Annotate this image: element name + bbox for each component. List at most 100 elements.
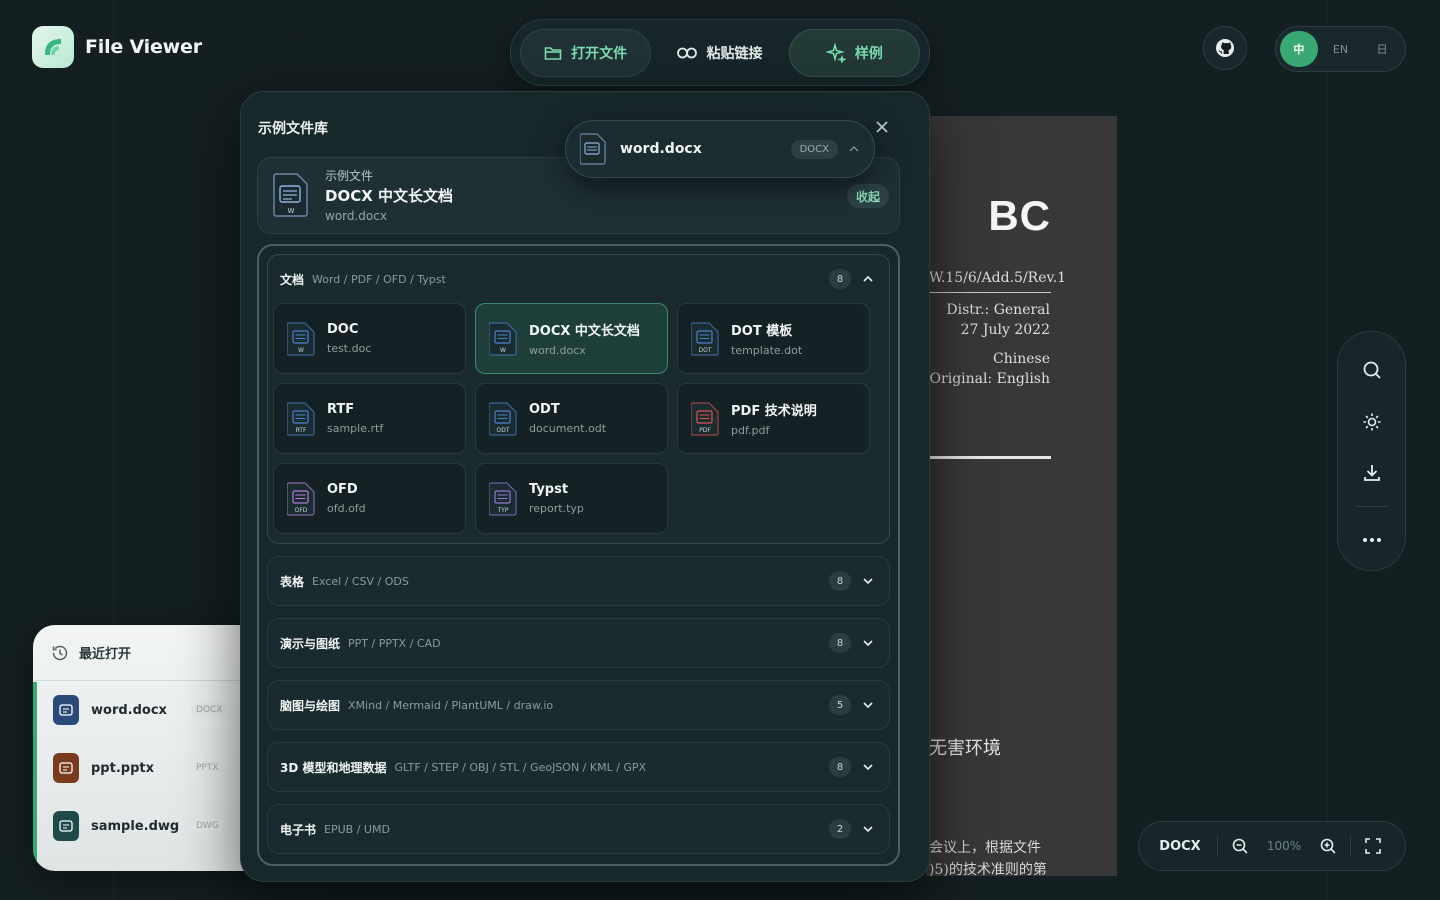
category-header[interactable]: 文档 Word / PDF / OFD / Typst 8 bbox=[268, 255, 889, 303]
svg-text:PDF: PDF bbox=[699, 427, 711, 434]
modal-title: 示例文件库 bbox=[258, 121, 328, 137]
sample-label: 样例 bbox=[854, 45, 883, 62]
sample-file-title: ODT bbox=[529, 402, 560, 417]
sample-file-text: DOC test.doc bbox=[327, 322, 371, 355]
zoom-in-icon bbox=[1320, 838, 1336, 854]
zoom-out-button[interactable] bbox=[1224, 830, 1256, 862]
category-header[interactable]: 3D 模型和地理数据 GLTF / STEP / OBJ / STL / GeoJ… bbox=[268, 743, 889, 791]
more-button[interactable] bbox=[1350, 519, 1394, 562]
app-logo[interactable]: File Viewer bbox=[32, 26, 202, 68]
open-file-button[interactable]: 打开文件 bbox=[520, 28, 652, 77]
document-preview: BC W.15/6/Add.5/Rev.1 Distr.: General 27… bbox=[926, 116, 1117, 876]
current-file-pill[interactable]: word.docx DOCX bbox=[565, 120, 875, 178]
lang-ja-button[interactable]: 日 bbox=[1363, 31, 1401, 67]
sample-file-title: DOT 模板 bbox=[731, 324, 793, 339]
category-name: 脑图与绘图 bbox=[280, 698, 341, 713]
history-icon bbox=[52, 645, 68, 660]
sample-file-text: RTF sample.rtf bbox=[327, 402, 383, 435]
word-file-icon bbox=[580, 133, 606, 165]
divider bbox=[1217, 835, 1218, 857]
sun-icon bbox=[1363, 413, 1380, 431]
doc-thick-rule bbox=[929, 456, 1051, 459]
sample-file-card[interactable]: ODT ODT document.odt bbox=[475, 383, 668, 454]
category-count-badge: 5 bbox=[829, 695, 851, 715]
chevron-up-icon bbox=[859, 270, 877, 288]
sample-file-name: sample.rtf bbox=[327, 422, 384, 435]
sample-file-title: Typst bbox=[529, 482, 569, 497]
doc-distr: Distr.: General bbox=[946, 302, 1050, 318]
divider bbox=[1350, 835, 1351, 857]
category-section: 3D 模型和地理数据 GLTF / STEP / OBJ / STL / GeoJ… bbox=[267, 742, 890, 792]
sample-file-text: ODT document.odt bbox=[529, 402, 606, 435]
recent-item-name: sample.dwg bbox=[91, 818, 180, 834]
sample-file-card[interactable]: W DOC test.doc bbox=[273, 303, 466, 374]
category-section: 文档 Word / PDF / OFD / Typst 8 W DOC test.doc W… bbox=[267, 254, 890, 544]
category-header[interactable]: 脑图与绘图 XMind / Mermaid / PlantUML / draw.i… bbox=[268, 681, 889, 729]
toolbar-divider bbox=[1354, 505, 1389, 507]
lang-zh-button[interactable]: 中 bbox=[1280, 31, 1318, 67]
svg-text:RTF: RTF bbox=[296, 427, 307, 434]
download-button[interactable] bbox=[1350, 452, 1394, 495]
chevron-down-icon bbox=[859, 758, 877, 776]
category-header[interactable]: 表格 Excel / CSV / ODS 8 bbox=[268, 557, 889, 605]
collapse-button[interactable]: 收起 bbox=[847, 184, 890, 208]
sample-file-title: OFD bbox=[327, 482, 358, 497]
file-icon bbox=[53, 695, 79, 725]
file-icon: RTF bbox=[287, 401, 315, 436]
category-count-badge: 8 bbox=[829, 633, 851, 653]
category-name: 3D 模型和地理数据 bbox=[280, 760, 387, 775]
sample-file-name: ofd.ofd bbox=[327, 502, 366, 515]
category-header[interactable]: 电子书 EPUB / UMD 2 bbox=[268, 805, 889, 853]
current-sample-label: 示例文件 bbox=[325, 169, 374, 183]
sample-file-text: OFD ofd.ofd bbox=[327, 482, 366, 515]
github-button[interactable] bbox=[1203, 26, 1247, 70]
chevron-down-icon bbox=[859, 696, 877, 714]
chevron-up-icon[interactable] bbox=[848, 145, 860, 153]
category-count-badge: 8 bbox=[829, 571, 851, 591]
sample-button[interactable]: 样例 bbox=[788, 28, 920, 77]
language-switch: 中 EN 日 bbox=[1275, 26, 1406, 72]
paste-link-label: 粘贴链接 bbox=[706, 45, 763, 62]
fullscreen-button[interactable] bbox=[1357, 830, 1389, 862]
app-name: File Viewer bbox=[85, 36, 202, 58]
open-file-label: 打开文件 bbox=[571, 45, 628, 62]
sample-file-card[interactable]: PDF PDF 技术说明 pdf.pdf bbox=[677, 383, 870, 454]
sample-file-name: report.typ bbox=[529, 502, 584, 515]
view-controls: DOCX 100% bbox=[1138, 821, 1406, 871]
search-button[interactable] bbox=[1350, 349, 1394, 392]
zoom-in-button[interactable] bbox=[1312, 830, 1344, 862]
category-formats: Word / PDF / OFD / Typst bbox=[312, 272, 446, 286]
sample-file-name: document.odt bbox=[529, 422, 607, 435]
category-header[interactable]: 演示与图纸 PPT / PPTX / CAD 8 bbox=[268, 619, 889, 667]
download-icon bbox=[1363, 465, 1380, 482]
svg-text:W: W bbox=[288, 207, 295, 215]
recent-item[interactable]: sample.dwgDWG16:37 bbox=[33, 797, 273, 855]
recent-item-name: ppt.pptx bbox=[91, 760, 154, 776]
recent-item[interactable]: ppt.pptxPPTX16:38 bbox=[33, 739, 273, 797]
chevron-down-icon bbox=[859, 820, 877, 838]
sample-file-text: DOCX 中文长文档 word.docx bbox=[529, 320, 640, 357]
theme-button[interactable] bbox=[1350, 401, 1394, 444]
sample-file-card[interactable]: DOT DOT 模板 template.dot bbox=[677, 303, 870, 374]
sample-file-card[interactable]: TYP Typst report.typ bbox=[475, 463, 668, 534]
sample-file-title: DOCX 中文长文档 bbox=[529, 324, 640, 339]
category-count-badge: 8 bbox=[829, 269, 851, 289]
sample-library-modal: 示例文件库 W 示例文件 DOCX 中文长文档 word.docx 收起 文档 W… bbox=[240, 91, 930, 882]
category-section: 演示与图纸 PPT / PPTX / CAD 8 bbox=[267, 618, 890, 668]
category-count-badge: 8 bbox=[829, 757, 851, 777]
category-formats: Excel / CSV / ODS bbox=[312, 574, 409, 588]
recent-item-type: DWG bbox=[191, 819, 224, 833]
svg-text:OFD: OFD bbox=[295, 507, 308, 514]
sample-file-card[interactable]: OFD OFD ofd.ofd bbox=[273, 463, 466, 534]
sample-file-text: DOT 模板 template.dot bbox=[731, 320, 802, 357]
recent-item-type: PPTX bbox=[191, 761, 224, 775]
close-button[interactable] bbox=[871, 116, 893, 138]
sample-file-card[interactable]: W DOCX 中文长文档 word.docx bbox=[475, 303, 668, 374]
paste-link-button[interactable]: 粘贴链接 bbox=[655, 29, 784, 77]
category-count-badge: 2 bbox=[829, 819, 851, 839]
recent-item[interactable]: word.docxDOCX16:40 bbox=[33, 681, 273, 739]
lang-en-button[interactable]: EN bbox=[1322, 31, 1360, 67]
file-icon: OFD bbox=[287, 481, 315, 516]
sample-file-card[interactable]: RTF RTF sample.rtf bbox=[273, 383, 466, 454]
zoom-level: 100% bbox=[1266, 839, 1302, 853]
